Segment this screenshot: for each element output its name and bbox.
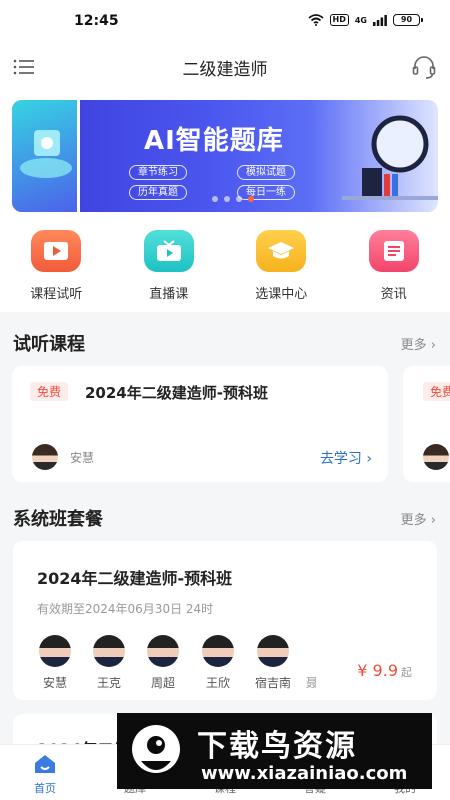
teacher-name-truncated: 聂 [306, 676, 316, 690]
quick-nav: 课程试听 直播课 选课中心 资讯 [0, 230, 450, 302]
nav-label: 资讯 [380, 287, 407, 302]
package-card[interactable]: 2024年二级建造师-预科班 有效期至2024年06月30日 24时 安慧 王克… [13, 541, 437, 700]
battery-indicator: 90 [393, 14, 423, 26]
nav-label: 选课中心 [255, 287, 308, 302]
customer-service-button[interactable] [410, 53, 438, 81]
teacher-item: 王欣 [196, 635, 240, 691]
pagination-dot[interactable] [224, 196, 230, 202]
network-label: 4G [354, 15, 367, 25]
status-time: 12:45 [74, 13, 119, 29]
banner-chip: 章节练习 [129, 165, 187, 180]
chevron-right-icon: › [430, 513, 436, 528]
trial-course-card[interactable]: 免费 [403, 366, 450, 482]
status-icons: HD 4G 90 [307, 14, 423, 26]
banner-chip: 历年真题 [129, 185, 187, 200]
banner-chip: 模拟试题 [237, 165, 295, 180]
watermark-url: www.xiazainiao.com [201, 763, 408, 784]
course-name: 2024年二级建造师-预科班 [85, 384, 268, 402]
headset-icon [412, 56, 436, 79]
banner-title: AI智能题库 [144, 126, 284, 156]
home-icon [35, 755, 55, 773]
package-more-link[interactable]: 更多 › [401, 509, 436, 528]
tab-label: 首页 [34, 782, 56, 795]
news-icon [368, 230, 419, 272]
bird-logo-icon [132, 725, 180, 773]
more-label: 更多 [400, 338, 427, 353]
pagination-dot-active[interactable] [248, 196, 254, 202]
watermark-title: 下载鸟资源 [197, 729, 357, 764]
chevron-right-icon: › [366, 451, 372, 467]
avatar [93, 635, 125, 667]
nav-label: 课程试听 [30, 287, 83, 302]
nav-news[interactable]: 资讯 [338, 230, 450, 302]
pagination-dot[interactable] [212, 196, 218, 202]
package-price: ¥ 9.9 起 [357, 661, 412, 680]
study-label: 去学习 [319, 451, 362, 467]
teacher-item: 王克 [87, 635, 131, 691]
package-section-title: 系统班套餐 [13, 509, 103, 530]
teacher-item: 周超 [141, 635, 185, 691]
avatar [32, 444, 58, 470]
tab-home[interactable]: 首页 [0, 745, 90, 800]
avatar [39, 635, 71, 667]
teacher-name: 宿吉南 [254, 676, 291, 690]
free-badge: 免费 [423, 382, 450, 401]
teacher-name: 王欣 [205, 676, 230, 690]
hd-badge: HD [329, 14, 349, 26]
magnifier-illustration-icon [342, 115, 438, 200]
more-label: 更多 [400, 513, 427, 528]
teacher-name: 周超 [150, 676, 175, 690]
banner-illustration-icon [20, 130, 72, 178]
avatar [257, 635, 289, 667]
teacher-name: 王克 [96, 676, 121, 690]
play-video-icon [31, 230, 82, 272]
avatar [423, 444, 449, 470]
package-title: 2024年二级建造师-预科班 [37, 569, 233, 588]
watermark-overlay: 下载鸟资源 www.xiazainiao.com [117, 713, 432, 789]
price-value: ¥ 9.9 [357, 661, 398, 680]
nav-live-class[interactable]: 直播课 [113, 230, 226, 302]
trial-course-card[interactable]: 免费 2024年二级建造师-预科班 安慧 去学习 › [12, 366, 388, 482]
nav-course-trial[interactable]: 课程试听 [0, 230, 113, 302]
teacher-item: 安慧 [33, 635, 77, 691]
promo-banner[interactable]: AI智能题库 章节练习 模拟试题 历年真题 每日一练 [12, 100, 438, 212]
banner-pagination [212, 196, 254, 202]
package-validity: 有效期至2024年06月30日 24时 [37, 602, 214, 616]
tv-icon [143, 230, 194, 272]
status-bar: 12:45 HD 4G 90 [0, 0, 450, 44]
teacher-name: 安慧 [42, 676, 67, 690]
nav-course-center[interactable]: 选课中心 [225, 230, 338, 302]
price-suffix: 起 [401, 666, 412, 679]
banner-prev-slide [12, 100, 80, 212]
graduation-cap-icon [256, 230, 307, 272]
trial-section-title: 试听课程 [13, 334, 85, 355]
app-header: 二级建造师 [0, 44, 450, 90]
wifi-icon [307, 14, 324, 26]
free-badge: 免费 [30, 382, 69, 401]
signal-icon [373, 14, 387, 26]
pagination-dot[interactable] [236, 196, 242, 202]
page-title: 二级建造师 [182, 60, 268, 80]
chevron-right-icon: › [430, 338, 436, 353]
nav-label: 直播课 [149, 287, 189, 302]
teacher-item: 宿吉南 [251, 635, 295, 691]
avatar [147, 635, 179, 667]
avatar [202, 635, 234, 667]
teacher-name: 安慧 [70, 451, 95, 465]
start-study-link[interactable]: 去学习 › [320, 448, 372, 468]
trial-more-link[interactable]: 更多 › [401, 334, 436, 353]
